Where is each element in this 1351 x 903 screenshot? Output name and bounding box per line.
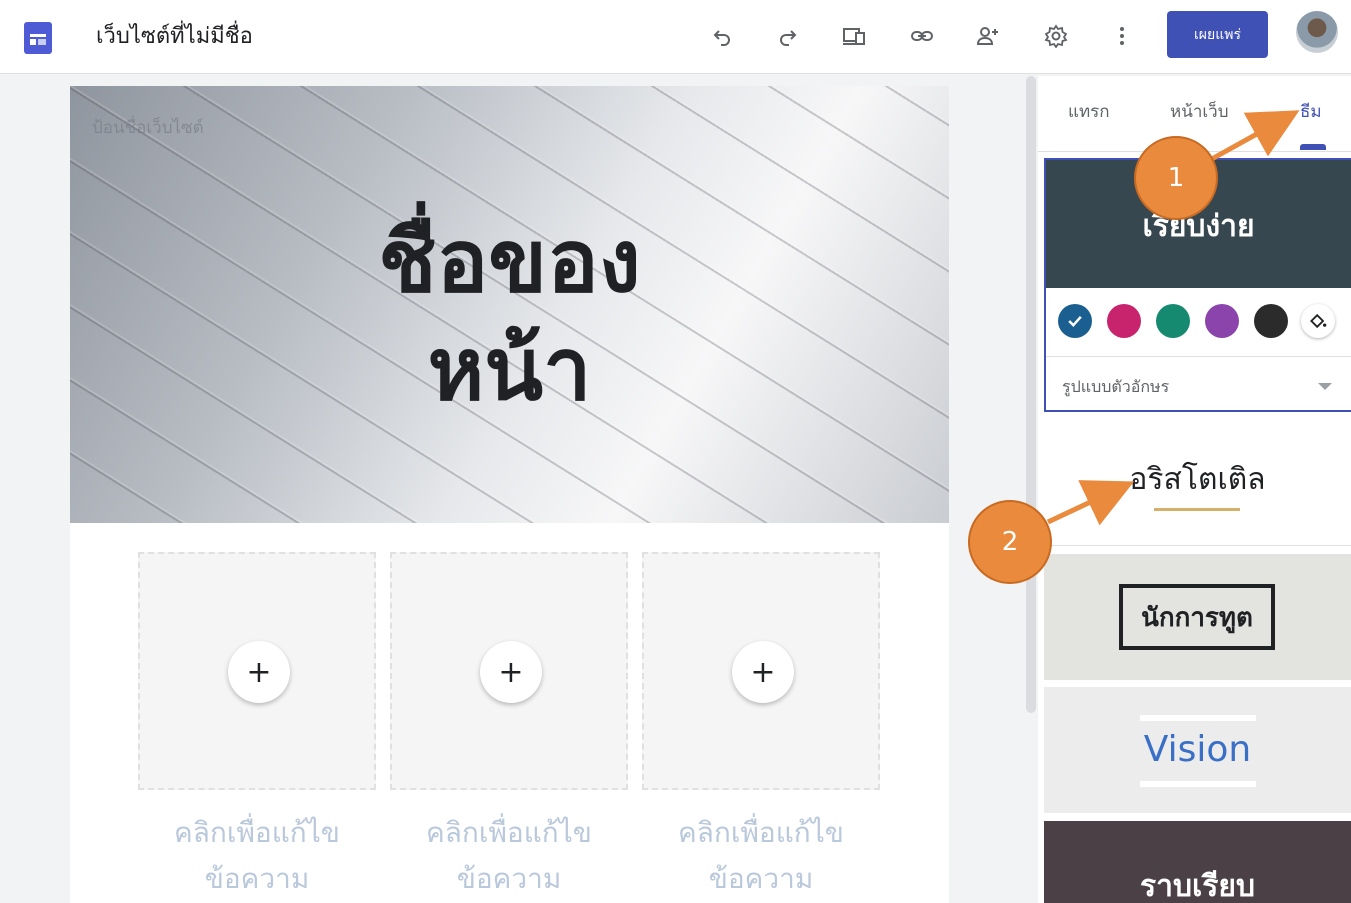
google-sites-logo-icon[interactable] [22, 22, 54, 54]
image-placeholder-box[interactable]: + [642, 552, 880, 790]
text-placeholder[interactable]: คลิกเพื่อแก้ไข ข้อความ [642, 810, 880, 902]
page-title[interactable]: ชื่อของ หน้า [70, 208, 949, 424]
tab-pages[interactable]: หน้าเว็บ [1170, 98, 1229, 125]
preview-device-icon[interactable] [838, 20, 870, 52]
annotation-marker-2: 2 [968, 500, 1052, 584]
chevron-down-icon [1318, 383, 1332, 390]
image-placeholder-box[interactable]: + [138, 552, 376, 790]
check-icon [1068, 315, 1082, 327]
add-image-button[interactable]: + [228, 641, 290, 703]
decorative-bar [1140, 715, 1256, 721]
more-vert-icon[interactable] [1106, 20, 1138, 52]
color-swatch-black[interactable] [1254, 304, 1288, 338]
theme-card-level[interactable]: ราบเรียบ [1044, 821, 1351, 903]
font-style-label: รูปแบบตัวอักษร [1062, 377, 1170, 396]
link-icon[interactable] [906, 20, 938, 52]
image-placeholder-box[interactable]: + [390, 552, 628, 790]
add-person-icon[interactable] [972, 20, 1004, 52]
site-canvas: ป้อนชื่อเว็บไซต์ ชื่อของ หน้า + + + คลิก… [70, 86, 949, 903]
color-swatch-pink[interactable] [1107, 304, 1141, 338]
add-image-button[interactable]: + [480, 641, 542, 703]
tab-themes[interactable]: ธีม [1300, 98, 1322, 125]
theme-card-diplomat[interactable]: นักการทูต [1044, 554, 1351, 680]
text-placeholder-line: คลิกเพื่อแก้ไข [426, 816, 592, 849]
text-placeholder-line: คลิกเพื่อแก้ไข [174, 816, 340, 849]
avatar[interactable] [1296, 11, 1338, 53]
header-banner[interactable]: ป้อนชื่อเว็บไซต์ ชื่อของ หน้า [70, 86, 949, 523]
text-placeholder[interactable]: คลิกเพื่อแก้ไข ข้อความ [390, 810, 628, 902]
paint-bucket-icon [1310, 313, 1327, 329]
theme-name-aristotle: อริสโตเติล [1129, 462, 1266, 497]
decorative-bar [1140, 781, 1256, 787]
settings-gear-icon[interactable] [1040, 20, 1072, 52]
theme-card-aristotle[interactable]: อริสโตเติล [1044, 420, 1351, 546]
page-title-line: หน้า [427, 320, 592, 420]
site-name-placeholder[interactable]: ป้อนชื่อเว็บไซต์ [92, 114, 204, 141]
page-title-line: ชื่อของ [378, 212, 641, 312]
tab-insert[interactable]: แทรก [1068, 98, 1110, 125]
top-bar: เว็บไซต์ที่ไม่มีชื่อ เผยแพร่ [0, 0, 1351, 74]
color-swatch-blue[interactable] [1058, 304, 1092, 338]
publish-button[interactable]: เผยแพร่ [1167, 11, 1268, 58]
font-style-dropdown[interactable]: รูปแบบตัวอักษร [1046, 356, 1351, 412]
canvas-scrollbar[interactable] [1026, 76, 1036, 713]
theme-name-level: ราบเรียบ [1140, 869, 1255, 903]
text-placeholder-line: ข้อความ [204, 862, 310, 895]
decorative-underline [1154, 508, 1240, 511]
color-swatch-teal[interactable] [1156, 304, 1190, 338]
site-title[interactable]: เว็บไซต์ที่ไม่มีชื่อ [96, 18, 253, 53]
active-tab-indicator [1300, 144, 1326, 150]
color-swatch-purple[interactable] [1205, 304, 1239, 338]
text-placeholder-line: ข้อความ [708, 862, 814, 895]
text-placeholder[interactable]: คลิกเพื่อแก้ไข ข้อความ [138, 810, 376, 902]
text-placeholder-line: ข้อความ [456, 862, 562, 895]
text-placeholder-line: คลิกเพื่อแก้ไข [678, 816, 844, 849]
theme-name-vision: Vision [1143, 729, 1252, 770]
add-image-button[interactable]: + [732, 641, 794, 703]
redo-icon[interactable] [772, 20, 804, 52]
theme-name-diplomat: นักการทูต [1119, 584, 1275, 650]
theme-card-vision[interactable]: Vision [1044, 687, 1351, 813]
annotation-marker-1: 1 [1134, 136, 1218, 220]
custom-color-button[interactable] [1301, 304, 1335, 338]
undo-icon[interactable] [706, 20, 738, 52]
